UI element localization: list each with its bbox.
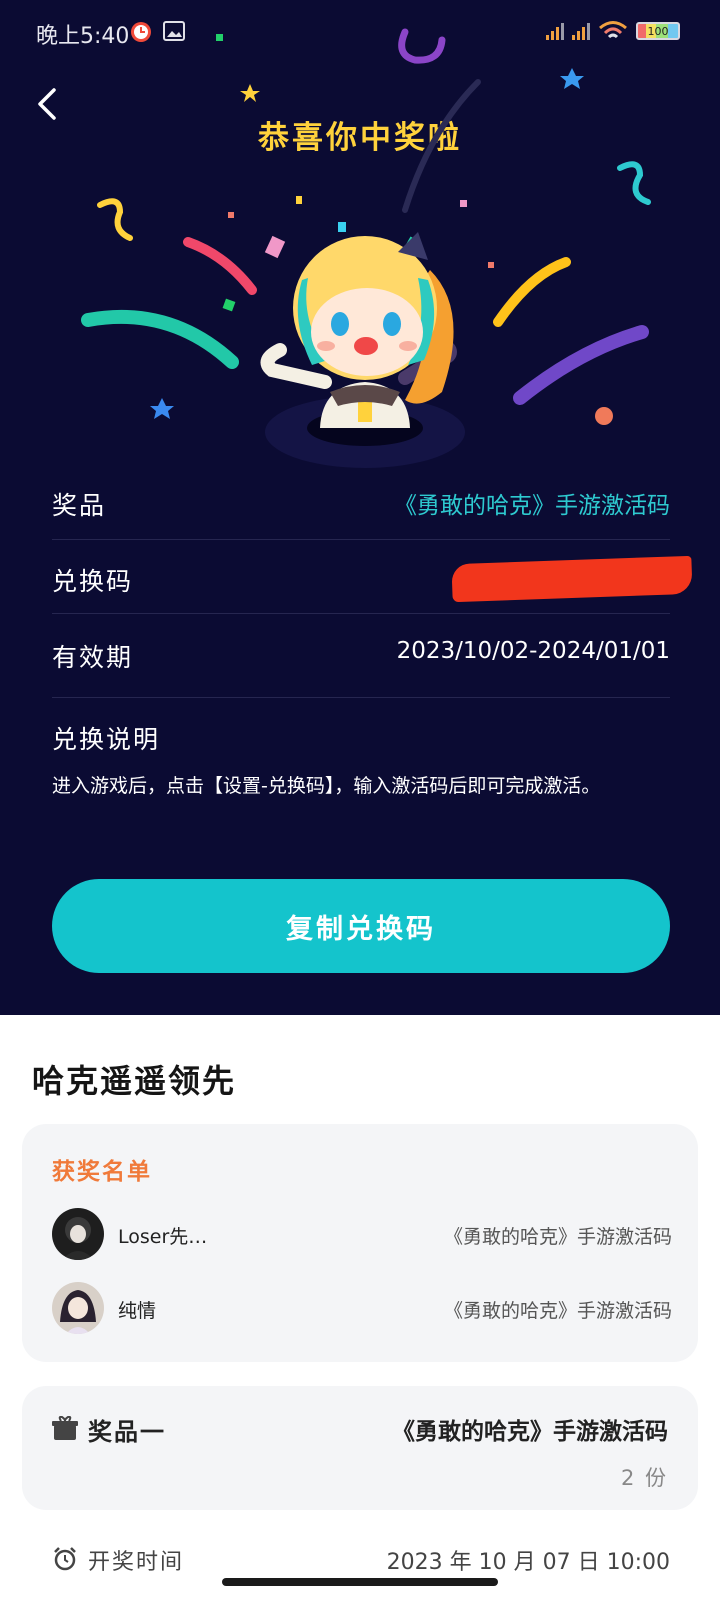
- validity-row: 有效期 2023/10/02-2024/01/01: [52, 614, 670, 698]
- prize-value: 《勇敢的哈克》手游激活码: [394, 493, 670, 519]
- prize-label: 奖品: [52, 491, 107, 520]
- winner-prize: 《勇敢的哈克》手游激活码: [443, 1226, 672, 1248]
- draw-time-label: 开奖时间: [88, 1550, 185, 1575]
- prize-tier-label: 奖品一: [88, 1418, 166, 1446]
- mascot-illustration: [260, 232, 465, 468]
- redeem-instructions-text: 进入游戏后，点击【设置-兑换码】，输入激活码后即可完成激活。: [52, 775, 601, 797]
- avatar[interactable]: [52, 1208, 104, 1260]
- winners-card: 获奖名单 Loser先… 《勇敢的哈克》手游激活码 纯情 《勇敢的哈克》手游激活…: [22, 1124, 698, 1362]
- redeem-instructions-title: 兑换说明: [52, 725, 161, 754]
- avatar-image: [52, 1208, 104, 1260]
- prize-info-list: 奖品 《勇敢的哈克》手游激活码 兑换码 有效期 2023/10/02-2024/…: [52, 464, 693, 698]
- validity-value: 2023/10/02-2024/01/01: [396, 638, 670, 664]
- prize-row: 奖品 《勇敢的哈克》手游激活码: [52, 464, 670, 540]
- gift-icon: [52, 1416, 78, 1440]
- winner-prize: 《勇敢的哈克》手游激活码: [443, 1300, 672, 1322]
- code-label: 兑换码: [52, 567, 134, 596]
- copy-code-button[interactable]: 复制兑换码: [52, 879, 670, 973]
- winner-row[interactable]: Loser先… 《勇敢的哈克》手游激活码: [52, 1208, 672, 1260]
- avatar[interactable]: [52, 1282, 104, 1334]
- winners-title: 获奖名单: [52, 1159, 152, 1185]
- redaction-mark: [451, 555, 693, 603]
- prize-tier-count: 2 份: [620, 1466, 668, 1490]
- draw-time-row: 开奖时间 2023 年 10 月 07 日 10:00: [52, 1540, 670, 1580]
- draw-time-value: 2023 年 10 月 07 日 10:00: [386, 1550, 670, 1575]
- validity-label: 有效期: [52, 643, 134, 672]
- winner-name: 纯情: [118, 1300, 157, 1322]
- avatar-image: [52, 1282, 104, 1334]
- prize-header-panel: 晚上5:40 100 恭喜你中奖啦 奖品 《勇敢的哈克》手游激活码 兑换码 有效…: [0, 0, 720, 1015]
- winner-row[interactable]: 纯情 《勇敢的哈克》手游激活码: [52, 1282, 672, 1334]
- home-indicator[interactable]: [222, 1578, 498, 1586]
- code-row: 兑换码: [52, 540, 693, 614]
- alarm-clock-icon: [54, 1547, 76, 1571]
- winner-name: Loser先…: [118, 1226, 208, 1248]
- prize-tier-card: 奖品一 《勇敢的哈克》手游激活码 2 份: [22, 1386, 698, 1510]
- activity-title: 哈克遥遥领先: [32, 1062, 237, 1100]
- prize-tier-name: 《勇敢的哈克》手游激活码: [392, 1419, 668, 1445]
